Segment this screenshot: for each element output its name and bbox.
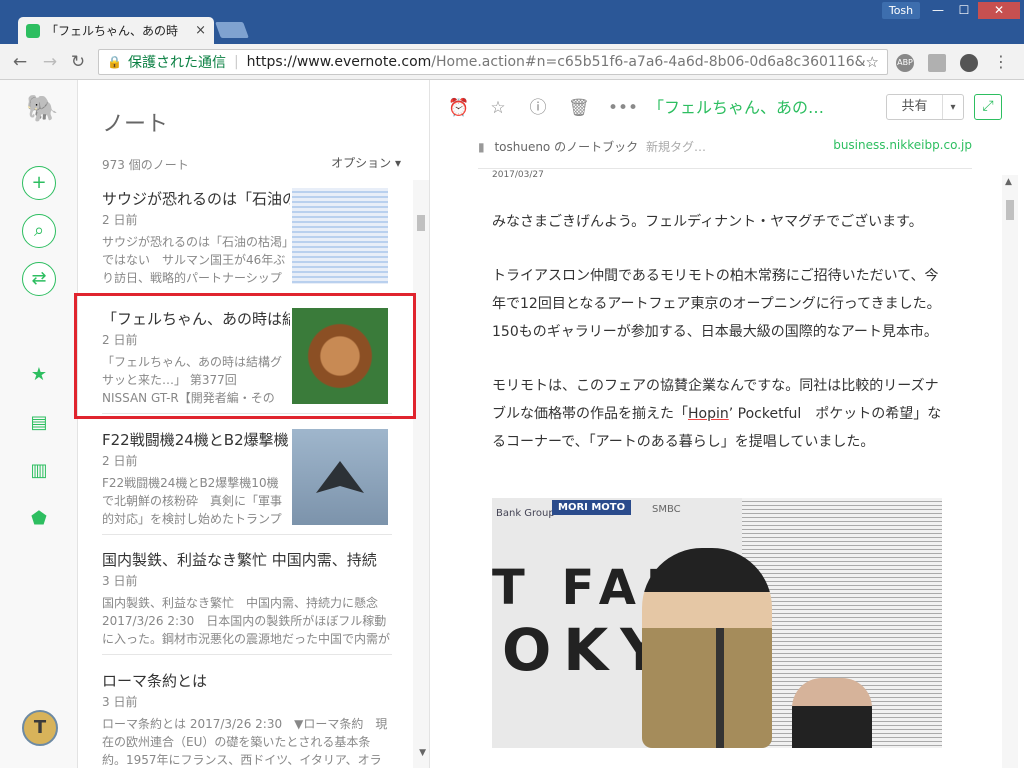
info-icon[interactable]: ⓘ (528, 98, 548, 118)
article-photo: Bank Group MORI MOTO SMBC T FAIR OKYO (492, 498, 942, 748)
misspelled-word: Hopin (688, 406, 729, 422)
pdf-extension-icon[interactable] (928, 54, 946, 72)
note-snippet: 国内製鉄、利益なき繁忙 中国内需、持続力に懸念 2017/3/26 2:30 日… (102, 596, 391, 646)
note-date: 2 日前 (102, 454, 138, 468)
note-editor: ⏰ ☆ ⓘ 🗑 ••• 「フェルちゃん、あの… 共有 ▾ ⤢ ▮ toshuen… (430, 80, 1024, 768)
share-button[interactable]: 共有 ▾ (886, 94, 964, 120)
browser-tab[interactable]: 「フェルちゃん、あの時 × (18, 17, 214, 44)
photo-microphone (716, 628, 724, 748)
reload-icon[interactable]: ↻ (68, 52, 88, 72)
evernote-extension-icon[interactable] (960, 54, 978, 72)
search-icon[interactable]: ⌕ (22, 214, 56, 248)
bookmark-star-icon[interactable]: ☆ (866, 53, 879, 71)
paragraph: トライアスロン仲間であるモリモトの柏木常務にご招待いただいて、今年で12回目とな… (492, 268, 941, 340)
note-list-panel: ノート 973 個のノート オプション ▾ サウジが恐れるのは「石油の枯 2 日… (78, 80, 430, 768)
shortcut-star-icon[interactable]: ☆ (488, 98, 508, 118)
note-snippet: サウジが恐れるのは「石油の枯渇」ではない サルマン国王が46年ぶり訪日、戦略的パ… (102, 235, 289, 285)
note-thumbnail (292, 188, 388, 284)
options-dropdown[interactable]: オプション ▾ (331, 154, 401, 171)
browser-toolbar: ← → ↻ 🔒 保護された通信 | https://www.evernote.c… (0, 44, 1024, 80)
separator: | (233, 54, 239, 70)
note-title: 国内製鉄、利益なき繁忙 中国内需、持続 (102, 551, 377, 569)
close-window-button[interactable]: ✕ (978, 2, 1020, 19)
note-title: F22戦闘機24機とB2爆撃機 (102, 431, 289, 449)
trash-icon[interactable]: 🗑 (568, 98, 590, 118)
note-card[interactable]: F22戦闘機24機とB2爆撃機 2 日前 F22戦闘機24機とB2爆撃機10機で… (102, 421, 392, 535)
minimize-button[interactable]: — (926, 2, 950, 19)
share-label: 共有 (887, 95, 943, 119)
tags-icon[interactable]: ⬟ (28, 508, 50, 530)
note-title-header[interactable]: 「フェルちゃん、あの… (648, 94, 824, 118)
notes-icon[interactable]: ▤ (28, 412, 50, 434)
secure-label: 保護された通信 (127, 55, 226, 71)
note-list-scrollbar[interactable] (413, 180, 429, 768)
browser-titlebar: 「フェルちゃん、あの時 × Tosh — ☐ ✕ (0, 0, 1024, 44)
note-body[interactable]: 2017/03/27 みなさまごきげんよう。フェルディナント・ヤマグチでございま… (492, 170, 942, 768)
note-count: 973 個のノート (102, 158, 189, 172)
notebook-selector[interactable]: toshueno のノートブック (494, 140, 638, 154)
url-host: https://www.evernote.com (246, 54, 432, 70)
chrome-menu-icon[interactable]: ⋮ (992, 54, 1010, 72)
photo-person (792, 678, 872, 748)
scroll-down-icon[interactable]: ▼ (419, 748, 426, 758)
note-list-scroll-thumb[interactable] (417, 215, 425, 231)
divider (478, 168, 972, 169)
url-path: /Home.action#n=c65b51f6-a7a6-4a6d-8b06-0… (431, 54, 866, 70)
note-title: サウジが恐れるのは「石油の枯 (102, 190, 290, 208)
chevron-down-icon[interactable]: ▾ (943, 102, 963, 113)
more-icon[interactable]: ••• (608, 98, 638, 118)
note-meta-bar: ▮ toshueno のノートブック 新規タグ… business.nikkei… (478, 138, 972, 155)
note-date: 3 日前 (102, 695, 138, 709)
note-thumbnail (292, 429, 388, 525)
reminder-alarm-icon[interactable]: ⏰ (448, 98, 469, 118)
tag-input[interactable]: 新規タグ… (646, 138, 706, 155)
maximize-button[interactable]: ☐ (952, 2, 976, 19)
evernote-favicon-icon (26, 23, 40, 38)
editor-scrollbar[interactable]: ▲ (1002, 175, 1018, 768)
adblock-extension-icon[interactable]: ABP (896, 54, 914, 72)
note-date: 3 日前 (102, 574, 138, 588)
app-sidebar: 🐘 + ⌕ ⇄ ★ ▤ ▥ ⬟ T (0, 80, 78, 768)
scroll-up-icon[interactable]: ▲ (1005, 177, 1012, 187)
work-chat-icon[interactable]: ⇄ (22, 262, 56, 296)
notebook-icon: ▮ (478, 140, 485, 154)
notebooks-icon[interactable]: ▥ (28, 460, 50, 482)
tab-title: 「フェルちゃん、あの時 (46, 24, 179, 38)
photo-speaker (642, 548, 772, 748)
paragraph: モリモトは、このフェアの協賛企業なんですな。同社は比較的リーズナブルな価格帯の作… (492, 372, 942, 456)
paragraph: みなさまごきげんよう。フェルディナント・ヤマグチでございます。 (492, 214, 923, 230)
post-date: 2017/03/27 (492, 170, 544, 180)
tab-close-icon[interactable]: × (195, 23, 206, 38)
lock-icon: 🔒 (107, 55, 122, 69)
note-card[interactable]: サウジが恐れるのは「石油の枯 2 日前 サウジが恐れるのは「石油の枯渇」ではない… (102, 180, 392, 294)
note-date: 2 日前 (102, 213, 138, 227)
note-card[interactable]: 国内製鉄、利益なき繁忙 中国内需、持続 3 日前 国内製鉄、利益なき繁忙 中国内… (102, 541, 392, 655)
back-arrow-icon[interactable]: ← (10, 52, 30, 72)
photo-logo: SMBC (652, 504, 681, 515)
expand-icon[interactable]: ⤢ (974, 94, 1002, 120)
forward-arrow-icon[interactable]: → (40, 52, 60, 72)
new-note-icon[interactable]: + (22, 166, 56, 200)
profile-button[interactable]: Tosh (882, 2, 920, 19)
source-link[interactable]: business.nikkeibp.co.jp (833, 138, 972, 152)
new-tab-button[interactable] (215, 22, 249, 38)
shortcuts-star-icon[interactable]: ★ (28, 364, 50, 386)
avatar[interactable]: T (22, 710, 58, 746)
note-card[interactable]: ローマ条約とは 3 日前 ローマ条約とは 2017/3/26 2:30 ▼ローマ… (102, 662, 392, 768)
photo-logo: MORI MOTO (552, 500, 632, 515)
note-list-heading: ノート (102, 112, 169, 137)
note-snippet: F22戦闘機24機とB2爆撃機10機で北朝鮮の核粉砕 真剣に「軍事的対応」を検討… (102, 476, 283, 526)
note-title: ローマ条約とは (102, 672, 208, 690)
selection-highlight (74, 293, 416, 419)
note-snippet: ローマ条約とは 2017/3/26 2:30 ▼ローマ条約 現在の欧州連合（EU… (102, 717, 388, 767)
editor-scroll-thumb[interactable] (1006, 200, 1014, 220)
evernote-logo-icon[interactable]: 🐘 (26, 94, 58, 124)
photo-logo: Bank Group (496, 508, 555, 519)
address-bar[interactable]: 🔒 保護された通信 | https://www.evernote.com /Ho… (98, 49, 888, 75)
